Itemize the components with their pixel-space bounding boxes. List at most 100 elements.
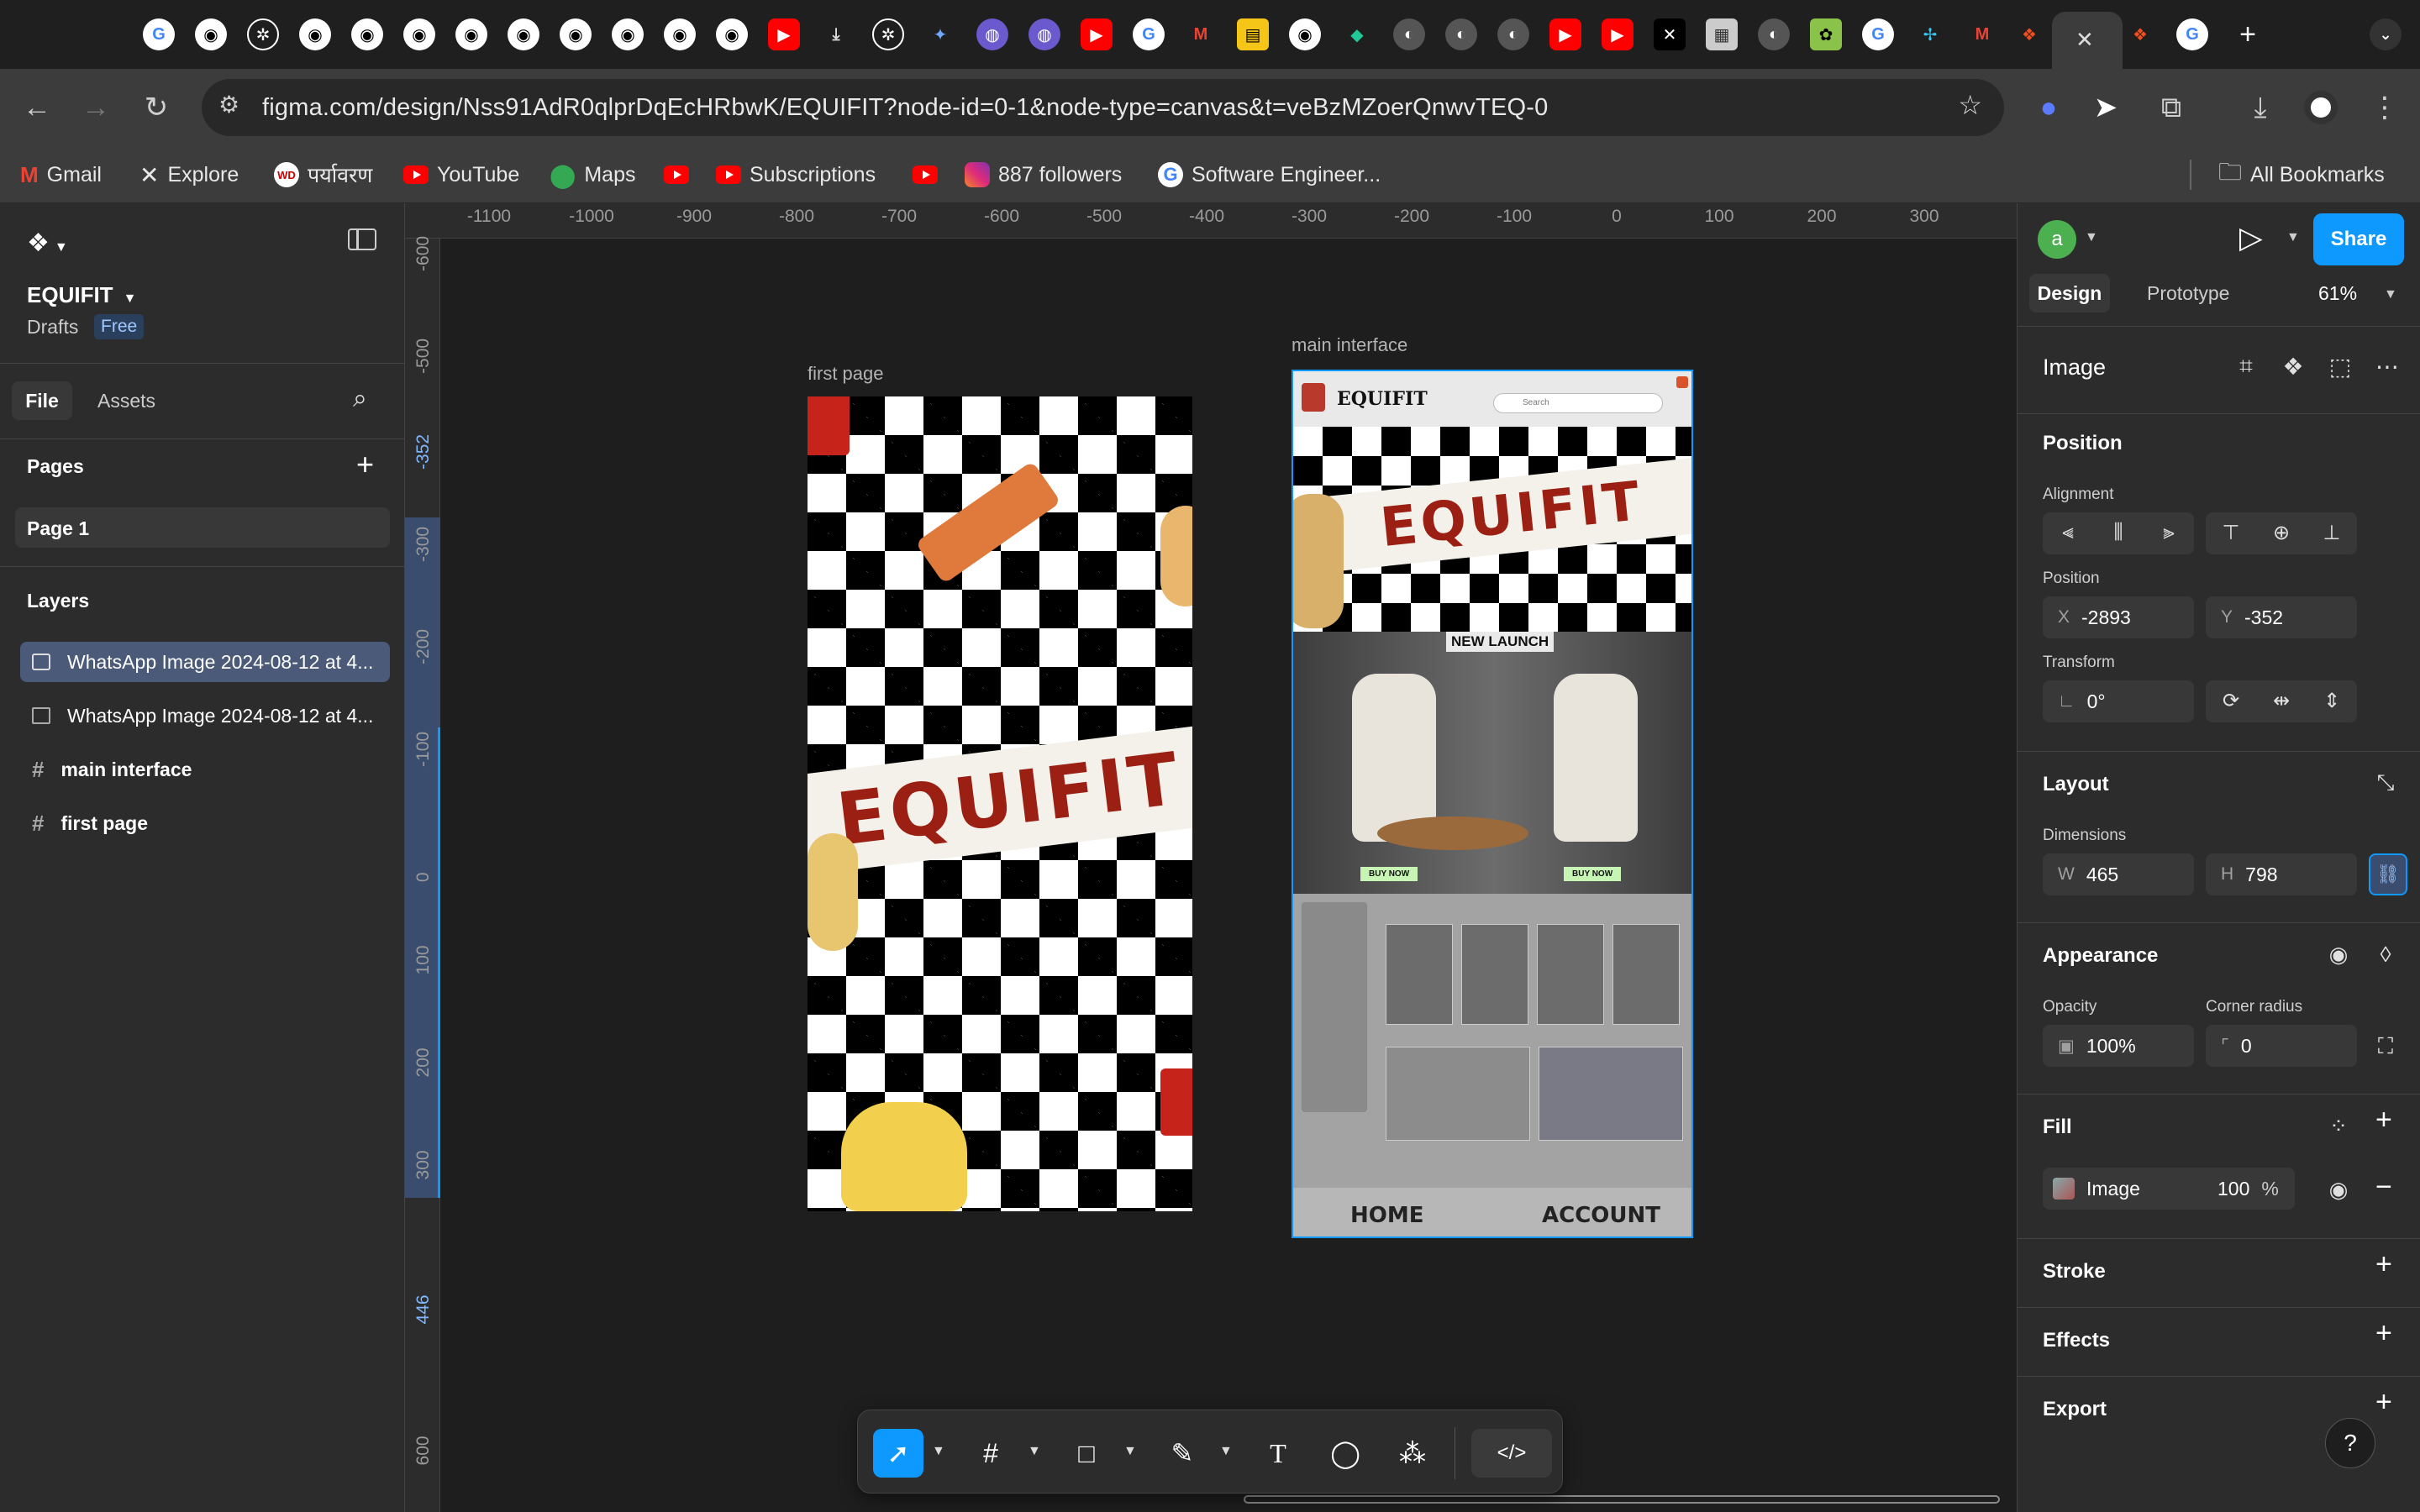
independent-corners-icon[interactable]: ⛶ [2365, 1026, 2406, 1067]
tab-prototype[interactable]: Prototype [2147, 282, 2229, 305]
align-bottom-icon[interactable]: ⊥ [2312, 512, 2352, 553]
blend-mode-drop-icon[interactable]: ◊ [2365, 934, 2406, 974]
flip-horizontal-icon[interactable]: ⇹ [2261, 680, 2302, 721]
canvas-horizontal-scrollbar[interactable] [1244, 1495, 2000, 1504]
youtube-tab-icon[interactable]: ▶ [768, 18, 800, 50]
github-tab-icon[interactable]: ◉ [1289, 18, 1321, 50]
gmail-tab-icon[interactable]: M [1966, 18, 1998, 50]
dev-mode-toggle-icon[interactable]: </> [1471, 1429, 1552, 1478]
component-icon[interactable]: ❖ [2273, 346, 2313, 386]
chevron-down-icon[interactable]: ▼ [2384, 287, 2397, 302]
forward-icon[interactable]: → [74, 86, 118, 129]
layer-main-interface[interactable]: # main interface [20, 749, 390, 790]
slack-tab-icon[interactable]: ✢ [1914, 18, 1946, 50]
youtube-tab-icon[interactable]: ▶ [1602, 18, 1634, 50]
download-tab-icon[interactable]: ⤓ [820, 18, 852, 50]
notes-tab-icon[interactable]: ▤ [1237, 18, 1269, 50]
github-tab-icon[interactable]: ◉ [664, 18, 696, 50]
bookmark-gmail[interactable]: M Gmail [20, 158, 102, 192]
fill-opacity-value[interactable]: 100 [2217, 1178, 2249, 1200]
more-options-icon[interactable]: ⋯ [2367, 346, 2407, 386]
globe-tab-icon[interactable]: ◐ [1393, 18, 1425, 50]
reload-icon[interactable]: ↻ [134, 86, 178, 129]
x-value[interactable]: -2893 [2081, 606, 2131, 629]
tab-assets[interactable]: Assets [97, 390, 155, 412]
move-tool-icon[interactable]: ➚ [873, 1429, 923, 1478]
layer-whatsapp-image-1[interactable]: WhatsApp Image 2024-08-12 at 4... [20, 642, 390, 682]
layer-whatsapp-image-2[interactable]: WhatsApp Image 2024-08-12 at 4... [20, 696, 390, 736]
help-button[interactable]: ? [2325, 1418, 2375, 1468]
fill-visibility-eye-icon[interactable]: ◉ [2318, 1169, 2359, 1210]
gmail-tab-icon[interactable]: M [1185, 18, 1217, 50]
tab-file[interactable]: File [12, 381, 72, 420]
extensions-icon[interactable]: ⧉ [2149, 86, 2193, 129]
chatgpt-tab-icon[interactable]: ✲ [247, 18, 279, 50]
downloads-icon[interactable]: ⤓ [2238, 86, 2282, 129]
chevron-down-icon[interactable]: ▼ [1219, 1444, 1233, 1459]
github-tab-icon[interactable]: ◉ [716, 18, 748, 50]
align-center-icon[interactable]: ⫼ [2098, 512, 2139, 553]
flip-vertical-icon[interactable]: ⇕ [2312, 680, 2352, 721]
chevron-down-icon[interactable]: ▼ [2085, 230, 2098, 245]
globe-tab-icon[interactable]: ◐ [1758, 18, 1790, 50]
bookmark-star-icon[interactable]: ☆ [1958, 89, 1982, 121]
youtube-tab-icon[interactable]: ▶ [1081, 18, 1113, 50]
bookmark-subscriptions[interactable]: Subscriptions [716, 158, 876, 192]
rotation-value[interactable]: 0° [2087, 690, 2106, 713]
add-effect-icon[interactable]: + [2375, 1317, 2392, 1350]
github-tab-icon[interactable]: ◉ [455, 18, 487, 50]
chevron-down-icon[interactable]: ▼ [1123, 1444, 1137, 1459]
y-value[interactable]: -352 [2244, 606, 2283, 629]
figma-tab-icon[interactable]: ❖ [2124, 18, 2156, 50]
visibility-eye-icon[interactable]: ◉ [2318, 934, 2359, 974]
collapse-layout-icon[interactable]: ⤡ [2365, 763, 2406, 803]
chevron-down-icon[interactable]: ▼ [932, 1444, 945, 1459]
profile-tab-icon[interactable]: ◍ [976, 18, 1008, 50]
back-icon[interactable]: ← [15, 86, 59, 129]
opacity-value[interactable]: 100% [2086, 1035, 2136, 1058]
all-bookmarks-button[interactable]: 🗀 All Bookmarks [2218, 158, 2385, 192]
app-tab-icon[interactable]: ✕ [1654, 18, 1686, 50]
align-middle-icon[interactable]: ⊕ [2261, 512, 2302, 553]
google-tab-icon[interactable]: G [143, 18, 175, 50]
new-tab-button[interactable]: + [2232, 18, 2264, 50]
align-top-icon[interactable]: ⊤ [2211, 512, 2251, 553]
chevron-down-icon[interactable]: ▼ [1028, 1444, 1041, 1459]
rectangle-tool-icon[interactable]: □ [1061, 1429, 1112, 1478]
layer-first-page[interactable]: # first page [20, 803, 390, 843]
first-page-frame[interactable]: EQUIFIT [808, 396, 1192, 1211]
height-field[interactable]: H 798 [2206, 853, 2357, 895]
bookmark-instagram[interactable]: 887 followers [965, 158, 1122, 192]
bookmark-youtube-3[interactable] [913, 158, 938, 192]
site-info-icon[interactable]: ⚙ [218, 91, 239, 118]
bookmark-youtube-2[interactable] [664, 158, 689, 192]
frame-label-main-interface[interactable]: main interface [1292, 334, 1407, 356]
google-tab-icon[interactable]: G [1133, 18, 1165, 50]
address-bar[interactable]: ⚙ figma.com/design/Nss91AdR0qlprDqEcHRbw… [202, 79, 2004, 136]
url-text[interactable]: figma.com/design/Nss91AdR0qlprDqEcHRbwK/… [262, 94, 1548, 122]
crop-icon[interactable]: ⌗ [2226, 346, 2266, 386]
add-stroke-icon[interactable]: + [2375, 1248, 2392, 1281]
google-tab-icon[interactable]: G [2176, 18, 2208, 50]
mask-icon[interactable]: ⬚ [2320, 346, 2360, 386]
comment-tool-icon[interactable]: ◯ [1320, 1429, 1370, 1478]
fill-row[interactable]: Image 100 % [2043, 1168, 2295, 1210]
x-position-field[interactable]: X -2893 [2043, 596, 2194, 638]
browser-menu-icon[interactable]: ⋮ [2363, 86, 2407, 129]
github-tab-icon[interactable]: ◉ [351, 18, 383, 50]
github-tab-icon[interactable]: ◉ [195, 18, 227, 50]
bookmark-youtube[interactable]: YouTube [403, 158, 519, 192]
h-value[interactable]: 798 [2245, 864, 2277, 886]
doc-tab-icon[interactable]: ▦ [1706, 18, 1738, 50]
close-tab-icon[interactable]: ✕ [2075, 27, 2094, 53]
profile-avatar-icon[interactable] [2299, 86, 2343, 129]
drafts-label[interactable]: Drafts [27, 316, 78, 339]
constrain-proportions-icon[interactable]: ⛓ [2369, 853, 2407, 895]
sidebar-toggle-icon[interactable] [348, 228, 376, 250]
bookmark-paryavaran[interactable]: WD पर्यावरण [274, 158, 372, 192]
corner-radius-value[interactable]: 0 [2241, 1035, 2252, 1058]
bookmark-maps[interactable]: ⬤ Maps [550, 158, 635, 192]
opacity-field[interactable]: ▣ 100% [2043, 1025, 2194, 1067]
styles-grid-icon[interactable]: ⁘ [2318, 1105, 2359, 1146]
chatgpt-tab-icon[interactable]: ✲ [872, 18, 904, 50]
